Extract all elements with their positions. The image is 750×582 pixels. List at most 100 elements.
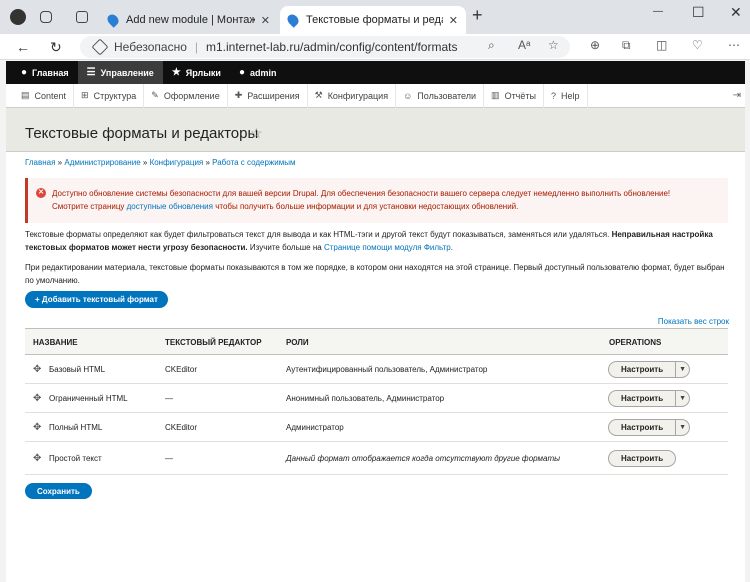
chevron-down-icon[interactable]: ▼ <box>675 362 689 377</box>
menu-icon[interactable]: ⋯ <box>728 38 740 52</box>
formats-table: НАЗВАНИЕ ТЕКСТОВЫЙ РЕДАКТОР РОЛИ OPERATI… <box>25 328 728 475</box>
tray-orientation-icon[interactable]: ⇥ <box>733 90 741 101</box>
menu-item-label: Структура <box>93 90 137 101</box>
order-paragraph: При редактировании материала, текстовые … <box>25 263 725 285</box>
workspaces-icon[interactable] <box>40 11 52 23</box>
chart-icon: ▥ <box>491 90 500 100</box>
chevron-down-icon[interactable]: ▼ <box>675 391 689 406</box>
page-header: Текстовые форматы и редакторы ☆ <box>6 108 745 152</box>
breadcrumb: Главная » Администрирование » Конфигурац… <box>25 158 296 167</box>
close-tab-icon[interactable]: ✕ <box>261 14 270 27</box>
extensions-icon[interactable]: ⧉ <box>622 38 631 53</box>
breadcrumb-content[interactable]: Работа с содержимым <box>212 158 295 167</box>
split-screen-icon[interactable]: ◫ <box>656 38 667 52</box>
toolbar-user[interactable]: ● admin <box>230 61 286 84</box>
page-title: Текстовые форматы и редакторы <box>25 125 259 142</box>
toolbar-shortcuts[interactable]: ★ Ярлыки <box>163 61 230 84</box>
drag-handle-icon[interactable]: ✥ <box>33 393 41 404</box>
favorite-icon[interactable]: ☆ <box>548 38 559 52</box>
favorites-bar-icon[interactable]: ♡ <box>692 38 703 52</box>
column-header: НАЗВАНИЕ <box>33 338 78 347</box>
operations-dropbutton: Настроить ▼ <box>608 390 691 407</box>
main-content: Главная » Администрирование » Конфигурац… <box>6 152 745 582</box>
configure-button[interactable]: Настроить <box>609 451 675 466</box>
drag-handle-icon[interactable]: ✥ <box>33 364 41 375</box>
column-header: OPERATIONS <box>609 338 662 347</box>
shortcut-star-icon[interactable]: ☆ <box>250 125 263 142</box>
tab-add-module[interactable]: Add new module | Монтаж и ре ✕ <box>100 6 278 34</box>
toolbar-manage[interactable]: ☰ Управление <box>77 61 163 84</box>
breadcrumb-home[interactable]: Главная <box>25 158 55 167</box>
security-label: Небезопасно <box>114 40 187 54</box>
close-window-button[interactable]: ✕ <box>730 4 742 21</box>
alert-line-1: Доступно обновление системы безопасности… <box>52 189 671 198</box>
menu-item-label: Оформление <box>163 90 220 101</box>
operations-dropbutton: Настроить ▼ <box>608 419 691 436</box>
toolbar-user-label: admin <box>250 67 277 78</box>
drag-handle-icon[interactable]: ✥ <box>33 453 41 464</box>
menu-item-label: Конфигурация <box>327 90 389 101</box>
tab-label: Текстовые форматы и редактор <box>306 14 443 26</box>
zoom-icon[interactable]: ⌕ <box>488 38 495 53</box>
profile-avatar-icon[interactable] <box>10 9 26 25</box>
breadcrumb-admin[interactable]: Администрирование <box>64 158 140 167</box>
close-tab-icon[interactable]: ✕ <box>449 14 458 27</box>
save-button[interactable]: Сохранить <box>25 483 92 499</box>
format-editor: CKEditor <box>165 365 198 374</box>
refresh-button[interactable]: ↻ <box>50 39 62 56</box>
menu-item-reports[interactable]: ▥ Отчёты <box>484 83 544 108</box>
menu-item-structure[interactable]: ⊞ Структура <box>74 83 145 108</box>
menu-item-content[interactable]: ▤ Content <box>14 83 75 108</box>
available-updates-link[interactable]: доступные обновления <box>127 202 213 211</box>
url-separator: | <box>194 40 198 54</box>
tab-label: Add new module | Монтаж и ре <box>126 14 255 26</box>
tab-text-formats[interactable]: Текстовые форматы и редактор ✕ <box>280 6 466 34</box>
alert-line-2: Смотрите страницу доступные обновления ч… <box>52 200 728 213</box>
drupal-favicon-icon <box>105 12 121 28</box>
menu-item-label: Пользователи <box>417 90 477 101</box>
configure-button[interactable]: Настроить <box>609 420 675 435</box>
user-icon: ● <box>238 67 246 78</box>
toolbar-home[interactable]: ● Главная <box>12 61 78 84</box>
desc-text: Текстовые форматы определяют как будет ф… <box>25 230 612 239</box>
format-roles: Анонимный пользователь, Администратор <box>286 394 445 403</box>
new-tab-button[interactable]: + <box>472 5 483 26</box>
configure-button[interactable]: Настроить <box>609 391 675 406</box>
back-button[interactable]: ← <box>16 39 30 55</box>
warning-icon <box>91 38 109 56</box>
drag-handle-icon[interactable]: ✥ <box>33 422 41 433</box>
globe-icon[interactable]: ⊕ <box>590 38 600 52</box>
breadcrumb-config[interactable]: Конфигурация <box>150 158 204 167</box>
read-aloud-icon[interactable]: Aᵃ <box>518 38 530 52</box>
configure-button[interactable]: Настроить <box>609 362 675 377</box>
show-row-weights-link[interactable]: Показать вес строк <box>658 317 729 326</box>
minimize-button[interactable]: — <box>653 6 663 17</box>
url-field[interactable]: Небезопасно | m1.internet-lab.ru/admin/c… <box>80 36 570 58</box>
toolbar-home-label: Главная <box>32 67 69 78</box>
format-roles: Аутентифицированный пользователь, Админи… <box>286 365 488 374</box>
format-roles: Данный формат отображается когда отсутст… <box>286 454 560 463</box>
add-text-format-button[interactable]: + Добавить текстовый формат <box>25 291 168 308</box>
operations-dropbutton: Настроить ▼ <box>608 361 691 378</box>
chevron-down-icon[interactable]: ▼ <box>675 420 689 435</box>
puzzle-icon: ✚ <box>234 90 243 100</box>
drupal-logo-icon: ● <box>21 67 28 78</box>
format-name: Полный HTML <box>49 423 103 432</box>
format-name: Ограниченный HTML <box>49 394 128 403</box>
alert-text: Смотрите страницу <box>52 202 127 211</box>
menu-item-label: Content <box>34 90 67 101</box>
menu-item-people[interactable]: ☺ Пользователи <box>396 83 485 108</box>
desc-text: Изучите больше на <box>247 243 324 252</box>
page-scrollbar[interactable] <box>745 61 750 582</box>
brush-icon: ✎ <box>151 90 159 100</box>
tab-actions-icon[interactable] <box>76 11 88 23</box>
maximize-button[interactable]: ☐ <box>692 4 705 21</box>
menu-item-appearance[interactable]: ✎ Оформление <box>144 83 228 108</box>
security-alert: ✕ Доступно обновление системы безопаснос… <box>25 178 728 223</box>
table-row: ✥ Простой текст — Данный формат отобража… <box>25 442 728 475</box>
menu-item-extensions[interactable]: ✚ Расширения <box>228 83 308 108</box>
browser-titlebar: Add new module | Монтаж и ре ✕ Текстовые… <box>0 0 750 34</box>
menu-item-configuration[interactable]: ⚒ Конфигурация <box>308 83 397 108</box>
menu-item-help[interactable]: ? Help <box>544 83 588 108</box>
filter-help-link[interactable]: Странице помощи модуля Фильтр <box>324 243 451 252</box>
